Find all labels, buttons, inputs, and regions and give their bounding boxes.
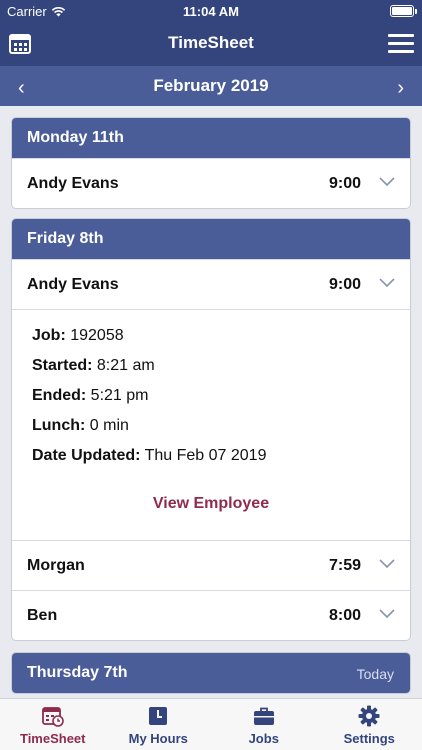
tab-timesheet[interactable]: TimeSheet xyxy=(0,699,106,750)
detail-date-updated: Date Updated: Thu Feb 07 2019 xyxy=(32,447,267,464)
chevron-down-icon[interactable] xyxy=(379,177,395,187)
detail-job: Job: 192058 xyxy=(32,327,124,344)
next-month-button[interactable]: › xyxy=(397,77,404,100)
status-bar: Carrier 11:04 AM xyxy=(0,0,422,22)
employee-hours: 7:59 xyxy=(328,556,361,574)
tab-jobs[interactable]: Jobs xyxy=(211,699,317,750)
day-title: Monday 11th xyxy=(27,129,124,146)
detail-started: Started: 8:21 am xyxy=(32,357,155,374)
gear-icon xyxy=(358,705,380,727)
employee-row[interactable]: Morgan 7:59 xyxy=(12,540,410,590)
chevron-down-icon[interactable] xyxy=(379,609,395,619)
month-selector: ‹ February 2019 › xyxy=(0,66,422,106)
day-card-thursday: Thursday 7th Today xyxy=(11,652,411,694)
tab-label: TimeSheet xyxy=(19,731,86,746)
tab-label: My Hours xyxy=(128,731,188,746)
tab-bar: TimeSheet My Hours Jobs Settings xyxy=(0,698,422,750)
employee-name: Ben xyxy=(27,606,58,624)
chevron-down-icon[interactable] xyxy=(379,559,395,569)
employee-hours: 9:00 xyxy=(328,174,361,192)
entry-details: Job: 192058 Started: 8:21 am Ended: 5:21… xyxy=(12,309,410,540)
today-badge: Today xyxy=(356,666,394,682)
hamburger-menu-icon[interactable] xyxy=(388,34,414,53)
detail-lunch: Lunch: 0 min xyxy=(32,417,129,434)
day-card-friday: Friday 8th Andy Evans 9:00 Job: 192058 S… xyxy=(11,218,411,641)
detail-ended: Ended: 5:21 pm xyxy=(32,387,149,404)
tab-settings[interactable]: Settings xyxy=(317,699,422,750)
employee-row[interactable]: Andy Evans 9:00 xyxy=(12,158,410,208)
chevron-down-icon[interactable] xyxy=(379,278,395,288)
day-title: Friday 8th xyxy=(27,230,104,247)
employee-name: Andy Evans xyxy=(27,275,119,293)
employee-hours: 8:00 xyxy=(328,606,361,624)
page-title: TimeSheet xyxy=(168,33,254,52)
employee-row[interactable]: Ben 8:00 xyxy=(12,590,410,640)
view-employee-button[interactable]: View Employee xyxy=(12,495,410,513)
status-time: 11:04 AM xyxy=(183,4,239,19)
employee-row-expanded[interactable]: Andy Evans 9:00 xyxy=(12,259,410,309)
month-label: February 2019 xyxy=(153,76,269,95)
day-card-monday: Monday 11th Andy Evans 9:00 xyxy=(11,117,411,209)
tab-label: Jobs xyxy=(248,731,279,746)
timesheet-list[interactable]: Monday 11th Andy Evans 9:00 Friday 8th A… xyxy=(0,106,422,698)
battery-icon xyxy=(390,5,417,17)
tab-my-hours[interactable]: My Hours xyxy=(106,699,212,750)
tab-label: Settings xyxy=(343,731,395,746)
clock-icon xyxy=(149,707,168,725)
day-header: Monday 11th xyxy=(12,118,410,158)
employee-hours: 9:00 xyxy=(328,275,361,293)
briefcase-icon xyxy=(253,707,274,725)
employee-name: Morgan xyxy=(27,556,85,574)
navigation-bar: TimeSheet xyxy=(0,22,422,66)
employee-name: Andy Evans xyxy=(27,174,119,192)
day-title: Thursday 7th xyxy=(27,664,128,681)
timesheet-calendar-icon xyxy=(41,707,64,727)
day-header: Thursday 7th Today xyxy=(12,653,410,693)
day-header: Friday 8th xyxy=(12,219,410,259)
